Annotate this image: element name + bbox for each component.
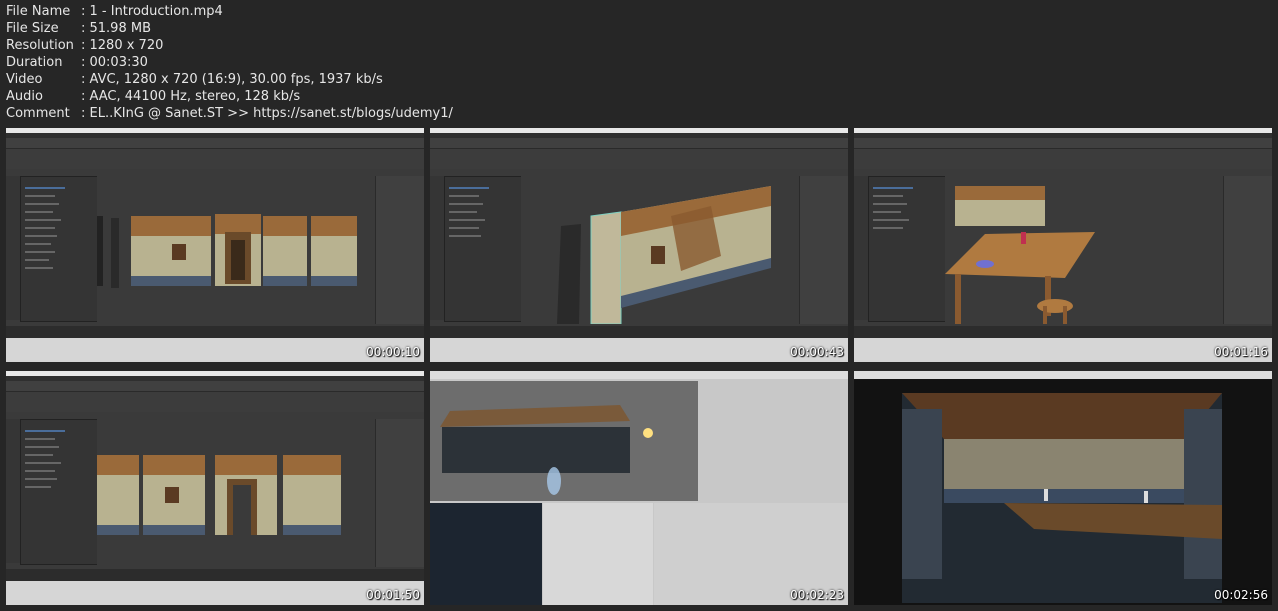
scene-explorer [444, 176, 522, 322]
info-value: : AVC, 1280 x 720 (16:9), 30.00 fps, 193… [81, 72, 383, 87]
left-strip [6, 176, 20, 320]
command-panel [799, 176, 848, 324]
command-panel [375, 419, 424, 567]
unity-menubar [854, 371, 1272, 379]
command-panel [375, 176, 424, 324]
info-value: : AAC, 44100 Hz, stereo, 128 kb/s [81, 89, 301, 104]
thumbnail-timestamp: 00:01:50 [366, 588, 420, 602]
status-bar [6, 338, 424, 362]
table-stool-image [945, 186, 1095, 324]
scene-explorer [868, 176, 946, 322]
thumbnail-timestamp: 00:02:23 [790, 588, 844, 602]
timeline [6, 569, 424, 581]
timeline [854, 326, 1272, 338]
viewport [97, 419, 376, 567]
status-bar [6, 581, 424, 605]
thumbnail-timestamp: 00:01:16 [1214, 345, 1268, 359]
thumbnail-timestamp: 00:00:43 [790, 345, 844, 359]
unity-scene-image [430, 381, 698, 501]
thumbnail-6[interactable]: 00:02:56 [854, 371, 1272, 605]
left-strip [430, 176, 444, 320]
info-value: : EL..KInG @ Sanet.ST >> https://sanet.s… [81, 106, 453, 121]
info-key: Duration [6, 55, 63, 70]
thumbnail-5[interactable]: 00:02:23 [430, 371, 848, 605]
wall-perspective-image [557, 186, 771, 325]
viewport [945, 176, 1224, 324]
info-key: File Size [6, 21, 59, 36]
ribbon [854, 149, 1272, 169]
info-key: Comment [6, 106, 70, 121]
left-strip [6, 419, 20, 563]
info-value: : 51.98 MB [81, 21, 151, 36]
left-strip [854, 176, 868, 320]
thumbnail-3[interactable]: 00:01:16 [854, 128, 1272, 362]
command-panel [1223, 176, 1272, 324]
status-bar [430, 338, 848, 362]
unity-inspector [543, 503, 653, 605]
info-value: : 00:03:30 [81, 55, 148, 70]
thumbnail-1[interactable]: 00:00:10 [6, 128, 424, 362]
unity-scene-view [430, 381, 698, 501]
wall-door-image [97, 455, 341, 535]
tavern-interior-image [854, 379, 1272, 605]
toolbar [6, 138, 424, 149]
scene-explorer [20, 176, 98, 322]
thumbnail-2[interactable]: 00:00:43 [430, 128, 848, 362]
status-bar [854, 338, 1272, 362]
unity-menubar [430, 371, 848, 379]
viewport [521, 176, 800, 325]
toolbar [854, 138, 1272, 149]
info-key: Video [6, 72, 43, 87]
unity-hierarchy [700, 381, 848, 501]
thumbnail-timestamp: 00:00:10 [366, 345, 420, 359]
ribbon [6, 392, 424, 412]
thumbnail-timestamp: 00:02:56 [1214, 588, 1268, 602]
wall-modules-image [97, 214, 357, 288]
info-value: : 1 - Introduction.mp4 [81, 4, 223, 19]
ribbon [6, 149, 424, 169]
timeline [6, 326, 424, 338]
toolbar [430, 138, 848, 149]
info-value: : 1280 x 720 [81, 38, 164, 53]
ribbon [430, 149, 848, 169]
scene-explorer [20, 419, 98, 565]
thumbnail-4[interactable]: 00:01:50 [6, 371, 424, 605]
info-key: Resolution [6, 38, 74, 53]
info-key: File Name [6, 4, 71, 19]
timeline [430, 326, 848, 338]
viewport [97, 176, 376, 324]
toolbar [6, 381, 424, 392]
info-key: Audio [6, 89, 43, 104]
unity-game-view [430, 503, 542, 605]
